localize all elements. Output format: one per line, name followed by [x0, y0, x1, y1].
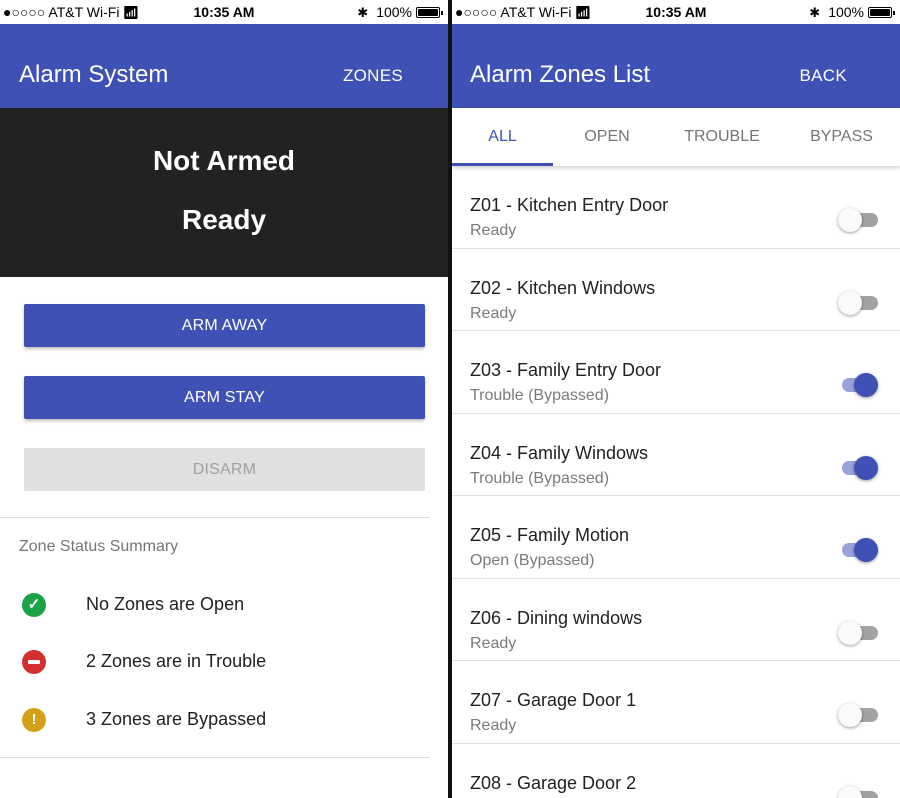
toggle-thumb [838, 620, 862, 645]
battery-icon [868, 7, 895, 18]
battery-percent: 100% [828, 4, 864, 20]
alarm-zones-list-screen: ●○○○○ AT&T Wi-Fi 📶︎ 10:35 AM ✱ 100% Alarm … [452, 0, 900, 798]
battery-icon [416, 7, 443, 18]
zone-status: Trouble (Bypassed) [470, 387, 610, 404]
tab-open[interactable]: OPEN [553, 108, 661, 166]
toggle-thumb [854, 373, 878, 397]
app-bar: Alarm Zones List BACK [452, 24, 900, 108]
bypass-toggle[interactable] [838, 208, 878, 232]
zone-status: Ready [470, 634, 517, 652]
battery-percent: 100% [376, 4, 412, 20]
bypass-toggle[interactable] [838, 373, 878, 397]
summary-label: 2 Zones are in Trouble [86, 651, 267, 671]
zone-name: Z02 - Kitchen Windows [470, 277, 656, 298]
toggle-thumb [838, 703, 862, 727]
app-bar: Alarm System ZONES [0, 24, 448, 108]
zone-row: Z02 - Kitchen Windows Ready [452, 249, 900, 331]
status-bar-right: ✱ 100% [357, 4, 443, 21]
bluetooth-icon: ✱ [357, 5, 369, 20]
bypass-toggle[interactable] [838, 538, 878, 562]
zone-name: Z04 - Family Windows [470, 442, 649, 463]
toggle-thumb [838, 208, 862, 232]
bluetooth-icon: ✱ [809, 5, 821, 20]
zones-button[interactable]: ZONES [343, 66, 403, 86]
toggle-thumb [854, 455, 878, 480]
armed-state: Not Armed [152, 145, 296, 176]
zone-name: Z05 - Family Motion [470, 525, 630, 545]
arm-stay-button[interactable]: ARM STAY [24, 376, 425, 419]
status-bar: ●○○○○ AT&T Wi-Fi 📶︎ 10:35 AM ✱ 100% [452, 0, 900, 24]
zone-name: Z06 - Dining windows [470, 607, 643, 628]
toggle-thumb [838, 785, 862, 798]
arm-away-button[interactable]: ARM AWAY [24, 304, 425, 347]
divider [0, 757, 430, 758]
zone-row: Z03 - Family Entry Door Trouble (Bypasse… [452, 331, 900, 414]
tab-bypass[interactable]: BYPASS [783, 108, 900, 166]
alarm-status-panel: Not Armed Ready [0, 108, 448, 277]
zone-status: Ready [470, 222, 517, 239]
warning-circle-icon: ! [22, 708, 46, 732]
back-button[interactable]: BACK [800, 66, 848, 86]
bypass-toggle[interactable] [838, 455, 878, 480]
check-circle-icon: ✓ [22, 593, 46, 617]
zone-status: Trouble (Bypassed) [470, 469, 610, 487]
status-bar: ●○○○○ AT&T Wi-Fi 📶︎ 10:35 AM ✱ 100% [0, 0, 448, 24]
bypass-toggle[interactable] [838, 620, 878, 645]
tab-trouble[interactable]: TROUBLE [661, 108, 783, 166]
zone-status: Open (Bypassed) [470, 552, 595, 569]
app-title: Alarm Zones List [470, 61, 651, 88]
zone-name: Z08 - Garage Door 2 [470, 772, 637, 793]
zone-status: Ready [470, 304, 517, 322]
tab-all[interactable]: ALL [452, 108, 553, 166]
disarm-button: DISARM [24, 448, 425, 491]
zone-row: Z06 - Dining windows Ready [452, 579, 900, 661]
alarm-system-screen: ●○○○○ AT&T Wi-Fi 📶︎ 10:35 AM ✱ 100% Alarm … [0, 0, 448, 798]
zone-name: Z01 - Kitchen Entry Door [470, 195, 669, 215]
summary-label: 3 Zones are Bypassed [86, 709, 267, 729]
zone-list: Z01 - Kitchen Entry Door Ready Z02 - Kit… [452, 166, 900, 798]
divider [0, 517, 430, 518]
toggle-thumb [854, 538, 878, 562]
zone-name: Z03 - Family Entry Door [470, 360, 662, 380]
summary-item-bypassed: ! 3 Zones are Bypassed [0, 700, 430, 740]
app-title: Alarm System [19, 61, 169, 88]
zone-row: Z07 - Garage Door 1 Ready [452, 661, 900, 744]
bypass-toggle[interactable] [838, 290, 878, 315]
minus-circle-icon [22, 650, 46, 674]
summary-item-trouble: 2 Zones are in Trouble [0, 642, 430, 682]
status-bar-right: ✱ 100% [809, 4, 895, 21]
bypass-toggle[interactable] [838, 785, 878, 798]
toggle-thumb [838, 290, 862, 315]
zone-filter-tabs: ALL OPEN TROUBLE BYPASS [452, 108, 900, 166]
zone-status-summary-heading: Zone Status Summary [19, 538, 179, 555]
summary-label: No Zones are Open [86, 594, 245, 614]
zone-row: Z01 - Kitchen Entry Door Ready [452, 166, 900, 249]
ready-state: Ready [181, 204, 267, 235]
zone-name: Z07 - Garage Door 1 [470, 690, 637, 710]
zone-status: Ready [470, 717, 517, 734]
bypass-toggle[interactable] [838, 703, 878, 727]
zone-row: Z05 - Family Motion Open (Bypassed) [452, 496, 900, 579]
summary-item-open: ✓ No Zones are Open [0, 585, 430, 625]
zone-row: Z04 - Family Windows Trouble (Bypassed) [452, 414, 900, 496]
zone-row: Z08 - Garage Door 2 [452, 744, 900, 798]
